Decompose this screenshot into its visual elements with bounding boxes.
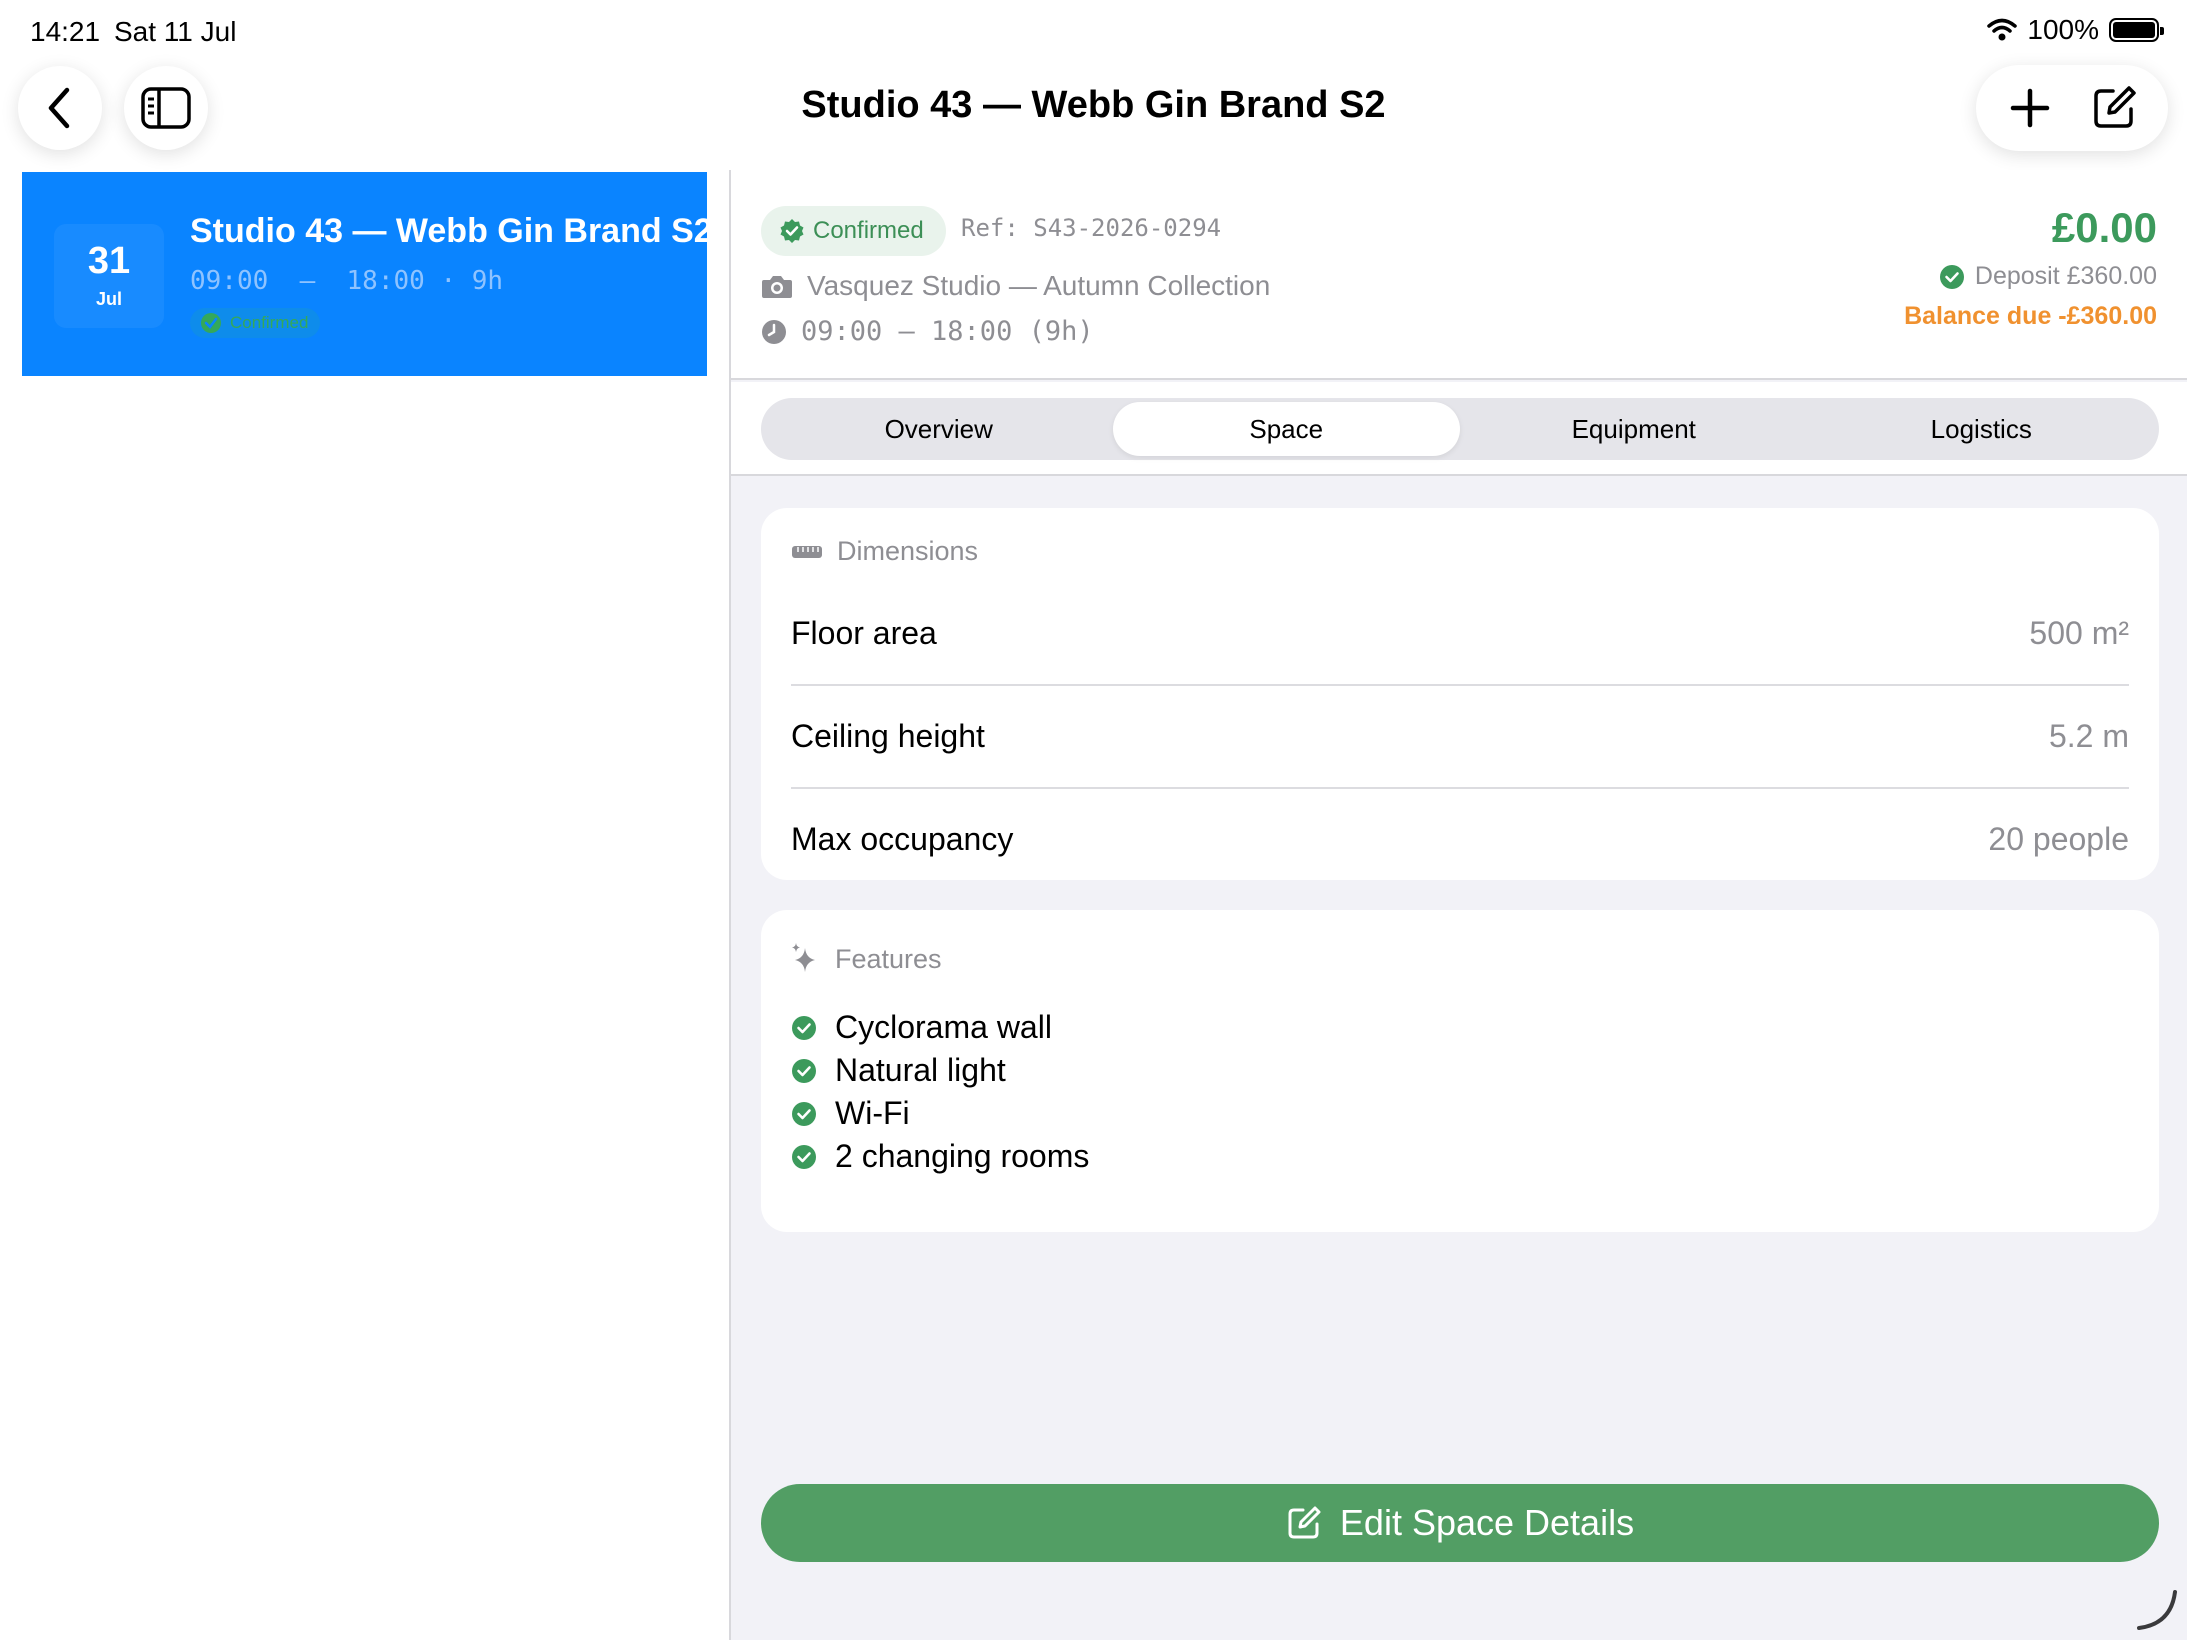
tab-equipment[interactable]: Equipment: [1460, 402, 1808, 456]
booking-time: 09:00 — 18:00 · 9h: [190, 266, 504, 296]
hours-text: 09:00 — 18:00 (9h): [801, 316, 1094, 347]
battery-icon: [2109, 18, 2164, 42]
features-heading: Features: [835, 943, 942, 974]
battery-percent: 100%: [2027, 14, 2099, 45]
status-badge: Confirmed: [190, 308, 321, 338]
checkmark-seal-icon: [201, 313, 221, 333]
tab-space[interactable]: Space: [1112, 402, 1460, 456]
deposit-line: Deposit £360.00: [1939, 262, 2157, 291]
status-badge-label: Confirmed: [230, 313, 309, 332]
feature-label: Cyclorama wall: [835, 1009, 1052, 1045]
date-tile: 31 Jul: [54, 224, 164, 328]
booking-reference: Ref: S43-2026-0294: [961, 214, 1222, 242]
feature-label: Wi-Fi: [835, 1095, 910, 1131]
checkmark-circle-icon: [792, 1015, 816, 1040]
deposit-text: Deposit £360.00: [1974, 262, 2157, 290]
compose-button[interactable]: [2079, 73, 2149, 143]
edit-button-label: Edit Space Details: [1339, 1502, 1635, 1543]
feature-item: 2 changing rooms: [791, 1135, 1089, 1178]
date-day: 31: [87, 240, 131, 282]
checkmark-circle-icon: [792, 1144, 816, 1169]
max-occupancy-label: Max occupancy: [791, 820, 1014, 857]
floor-area-row: Floor area 500 m²: [791, 582, 2129, 684]
wifi-icon: [1987, 18, 2018, 41]
checkmark-circle-icon: [1939, 264, 1964, 289]
feature-label: Natural light: [835, 1052, 1006, 1088]
checkmark-seal-icon: [780, 219, 804, 243]
floor-area-value: 500 m²: [2029, 614, 2129, 651]
tab-overview[interactable]: Overview: [765, 402, 1113, 456]
tab-bar: Overview Space Equipment Logistics: [731, 382, 2187, 476]
ceiling-height-value: 5.2 m: [2048, 717, 2129, 754]
status-badge: Confirmed: [761, 206, 946, 256]
checkmark-circle-icon: [792, 1058, 816, 1083]
feature-item: Cyclorama wall: [791, 1006, 1089, 1049]
checkmark-circle-icon: [792, 1101, 816, 1126]
feature-item: Wi-Fi: [791, 1092, 1089, 1135]
status-bar: 14:21 Sat 11 Jul 100%: [0, 0, 2187, 60]
resize-handle-icon[interactable]: [2135, 1588, 2179, 1632]
ceiling-height-row: Ceiling height 5.2 m: [791, 685, 2129, 787]
status-time: 14:21: [30, 16, 101, 47]
feature-item: Natural light: [791, 1049, 1089, 1092]
booking-header: Confirmed Ref: S43-2026-0294 Vasquez Stu…: [731, 170, 2187, 380]
features-list: Cyclorama wall Natural light Wi-Fi 2 cha…: [791, 1006, 1089, 1178]
date-month: Jul: [95, 289, 122, 309]
max-occupancy-row: Max occupancy 20 people: [791, 788, 2129, 890]
camera-icon: [762, 276, 792, 298]
nav-actions: [1976, 65, 2168, 151]
detail-pane: Confirmed Ref: S43-2026-0294 Vasquez Stu…: [731, 170, 2187, 1640]
feature-label: 2 changing rooms: [835, 1138, 1090, 1174]
dimensions-heading: Dimensions: [837, 536, 979, 566]
max-occupancy-value: 20 people: [1988, 820, 2129, 857]
price-total: £0.00: [2051, 204, 2157, 251]
booking-title: Studio 43 — Webb Gin Brand S2: [190, 212, 713, 250]
ceiling-height-label: Ceiling height: [791, 717, 985, 754]
booking-list-item[interactable]: 31 Jul Studio 43 — Webb Gin Brand S2 09:…: [22, 172, 713, 376]
ruler-icon: [792, 545, 822, 558]
page-title: Studio 43 — Webb Gin Brand S2: [801, 84, 1386, 126]
features-card: Features Cyclorama wall Natural light Wi…: [761, 910, 2159, 1232]
floor-area-label: Floor area: [791, 614, 937, 651]
compose-icon: [1288, 1506, 1321, 1539]
dimensions-header: Dimensions: [791, 536, 978, 567]
edit-space-details-button[interactable]: Edit Space Details: [761, 1484, 2159, 1562]
sparkles-icon: [792, 943, 815, 972]
clock-icon: [762, 319, 786, 344]
client-line: Vasquez Studio — Autumn Collection: [761, 270, 1270, 302]
balance-due: Balance due -£360.00: [1904, 302, 2157, 330]
status-right: 100%: [1987, 14, 2164, 46]
sidebar: 31 Jul Studio 43 — Webb Gin Brand S2 09:…: [0, 170, 729, 1640]
hours-line: 09:00 — 18:00 (9h): [761, 316, 1094, 347]
add-button[interactable]: [1995, 73, 2065, 143]
segmented-control: Overview Space Equipment Logistics: [761, 398, 2159, 460]
tab-logistics[interactable]: Logistics: [1808, 402, 2156, 456]
client-name: Vasquez Studio — Autumn Collection: [807, 270, 1271, 301]
status-date: Sat 11 Jul: [114, 16, 237, 47]
plus-icon: [2010, 88, 2050, 128]
dimensions-card: Dimensions Floor area 500 m² Ceiling hei…: [761, 508, 2159, 880]
status-badge-label: Confirmed: [813, 217, 924, 244]
features-header: Features: [791, 942, 942, 976]
compose-icon: [2094, 86, 2136, 128]
